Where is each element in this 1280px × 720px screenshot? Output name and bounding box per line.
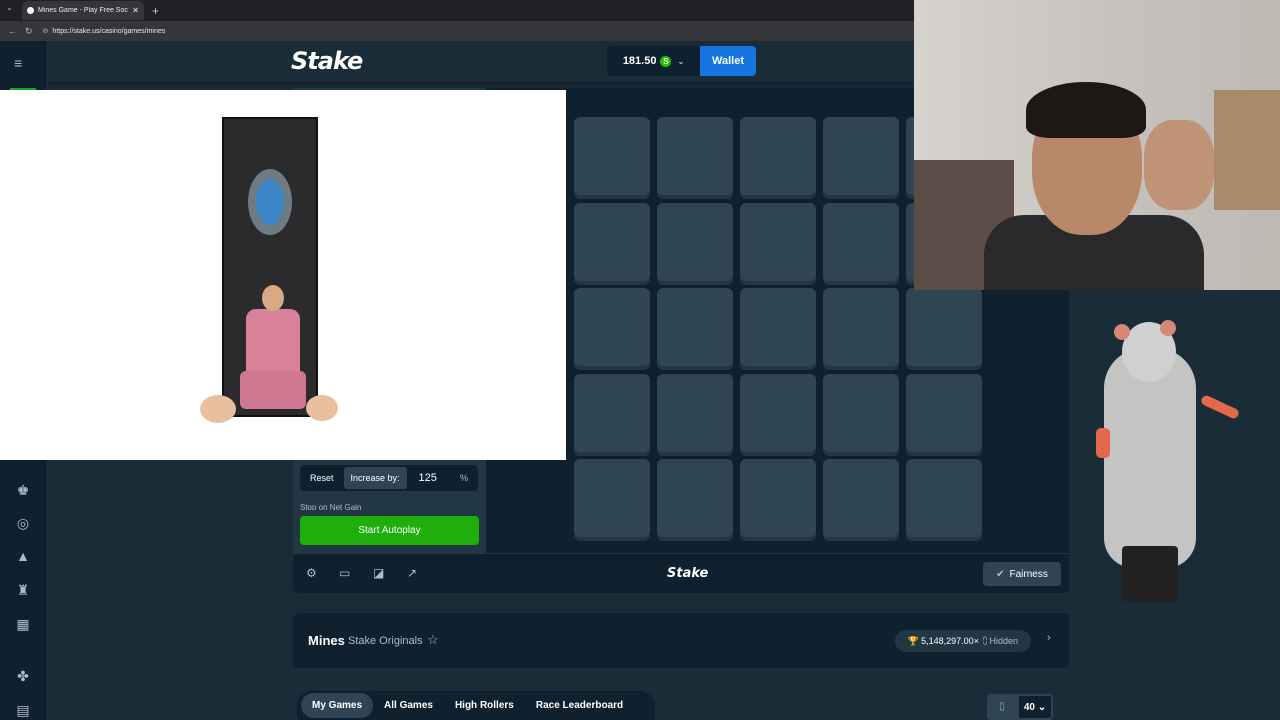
on-loss-win-row: Reset Increase by: 125 % <box>300 465 478 491</box>
chevron-down-icon: ⌄ <box>677 56 685 66</box>
game-provider[interactable]: Stake Originals <box>348 635 423 647</box>
incognito-icon[interactable]: ⩇ <box>987 694 1017 720</box>
back-icon[interactable]: ← <box>8 26 17 36</box>
mine-tile[interactable] <box>823 459 899 537</box>
url-field[interactable]: ⊖ https://stake.us/casino/games/mines <box>43 27 166 36</box>
bets-tabs: My Games All Games High Rollers Race Lea… <box>297 691 655 720</box>
sidebar-gift-icon[interactable]: ✤ <box>14 668 32 685</box>
address-bar: ← ↻ ⊖ https://stake.us/casino/games/mine… <box>0 21 914 41</box>
sidebar-lamp-icon[interactable]: ▲ <box>14 548 32 564</box>
balance-amount: 181.50 <box>622 55 657 67</box>
theatre-mode-icon[interactable]: ▭ <box>339 566 350 580</box>
game-title: Mines <box>308 633 345 648</box>
mine-tile[interactable] <box>823 202 899 281</box>
favorite-star-icon[interactable]: ☆ <box>427 632 439 648</box>
mine-tile[interactable] <box>740 117 816 195</box>
hidden-user-label: Hidden <box>989 635 1019 646</box>
mine-tile[interactable] <box>657 459 733 537</box>
mine-tile[interactable] <box>657 117 733 195</box>
fairness-label: Fairness <box>1009 568 1048 580</box>
increase-value-input[interactable]: 125 <box>419 472 437 484</box>
mine-tile[interactable] <box>906 288 982 366</box>
balance-selector[interactable]: 181.50 S ⌄ <box>607 46 700 76</box>
mine-tile[interactable] <box>574 459 650 537</box>
wallet-button[interactable]: Wallet <box>700 46 756 76</box>
mine-tile[interactable] <box>823 288 899 366</box>
mine-tile[interactable] <box>574 288 650 366</box>
stop-on-net-gain-label: Stop on Net Gain <box>300 503 362 510</box>
game-info-bar: Mines Stake Originals ☆ 🏆 5,148,297.00× … <box>293 613 1069 668</box>
tab-title: Mines Game - Play Free Social Ca... <box>38 7 128 14</box>
overlay-photo <box>0 90 566 460</box>
shield-check-icon: ✔ <box>996 568 1005 580</box>
browser-tab[interactable]: Mines Game - Play Free Social Ca... ✕ <box>22 1 144 20</box>
trophy-icon: 🏆 <box>907 635 920 646</box>
sidebar-crown-icon[interactable]: ♚ <box>14 482 32 499</box>
site-header: Stake 181.50 S ⌄ Wallet <box>46 41 914 82</box>
mine-tile[interactable] <box>823 373 899 452</box>
mine-tile[interactable] <box>740 288 816 366</box>
percent-icon: % <box>459 473 468 483</box>
sidebar-target-icon[interactable]: ◎ <box>14 515 32 532</box>
mine-tile[interactable] <box>906 373 982 452</box>
mouse-mascot-overlay <box>1096 318 1246 608</box>
tab-race-leaderboard[interactable]: Race Leaderboard <box>525 693 634 718</box>
top-win-user: ⩇ Hidden <box>982 635 1019 646</box>
rows-count-value: 40 <box>1023 701 1035 713</box>
mine-tile[interactable] <box>657 373 733 452</box>
tab-my-games[interactable]: My Games <box>301 693 374 718</box>
sidebar-grid-icon[interactable]: ▦ <box>14 616 32 633</box>
reload-icon[interactable]: ↻ <box>25 26 33 37</box>
mine-tile[interactable] <box>740 459 816 537</box>
bets-table-controls: ⩇ 40 ⌄ <box>987 694 1069 720</box>
tab-high-rollers[interactable]: High Rollers <box>444 693 525 718</box>
sidebar-document-icon[interactable]: ▤ <box>14 702 32 719</box>
sidebar-trophy-icon[interactable]: ♜ <box>14 582 32 599</box>
tab-all-games[interactable]: All Games <box>373 693 444 718</box>
fairness-button[interactable]: ✔ Fairness <box>983 562 1061 586</box>
photo-person <box>238 285 308 423</box>
top-win-badge[interactable]: 🏆 5,148,297.00× ⩇ Hidden <box>895 630 1031 652</box>
photo-foot-right <box>306 395 338 421</box>
sweeps-coin-icon: S <box>660 55 672 67</box>
increase-by-button[interactable]: Increase by: <box>343 467 407 489</box>
tab-close-icon[interactable]: ✕ <box>132 6 139 15</box>
photo-porthole <box>248 169 292 235</box>
mine-tile[interactable] <box>740 373 816 452</box>
settings-icon[interactable]: ⚙ <box>306 566 317 580</box>
mine-tile[interactable] <box>906 459 982 537</box>
stake-logo[interactable]: Stake <box>291 47 363 75</box>
new-tab-button[interactable]: + <box>152 4 159 18</box>
mine-tile[interactable] <box>740 202 816 281</box>
menu-icon[interactable]: ≡ <box>14 55 22 71</box>
browser-tabbar: ⌄ Mines Game - Play Free Social Ca... ✕ … <box>0 0 914 21</box>
mine-tile[interactable] <box>574 373 650 452</box>
mine-tile[interactable] <box>657 202 733 281</box>
photo-foot-left <box>200 395 236 423</box>
mine-tile[interactable] <box>574 117 650 195</box>
popout-icon[interactable]: ↗ <box>407 566 417 580</box>
start-autoplay-button[interactable]: Start Autoplay <box>300 516 479 545</box>
tab-menu-icon[interactable]: ⌄ <box>6 3 13 12</box>
reset-button[interactable]: Reset <box>300 473 344 483</box>
mine-tile[interactable] <box>574 202 650 281</box>
site-info-icon[interactable]: ⊖ <box>43 27 49 35</box>
mine-tile[interactable] <box>823 117 899 195</box>
game-footer: ⚙ ▭ ◪ ↗ Stake ✔ Fairness <box>293 553 1069 593</box>
live-stats-icon[interactable]: ◪ <box>373 566 384 580</box>
top-win-multiplier: 5,148,297.00× <box>921 636 979 646</box>
footer-stake-logo: Stake <box>667 566 709 581</box>
url-text: https://stake.us/casino/games/mines <box>52 27 166 35</box>
webcam-overlay <box>914 0 1280 290</box>
stake-favicon-icon <box>27 7 34 14</box>
rows-count-select[interactable]: 40 ⌄ <box>1017 694 1053 720</box>
mine-tile[interactable] <box>657 288 733 366</box>
chevron-right-icon[interactable]: › <box>1047 632 1051 644</box>
